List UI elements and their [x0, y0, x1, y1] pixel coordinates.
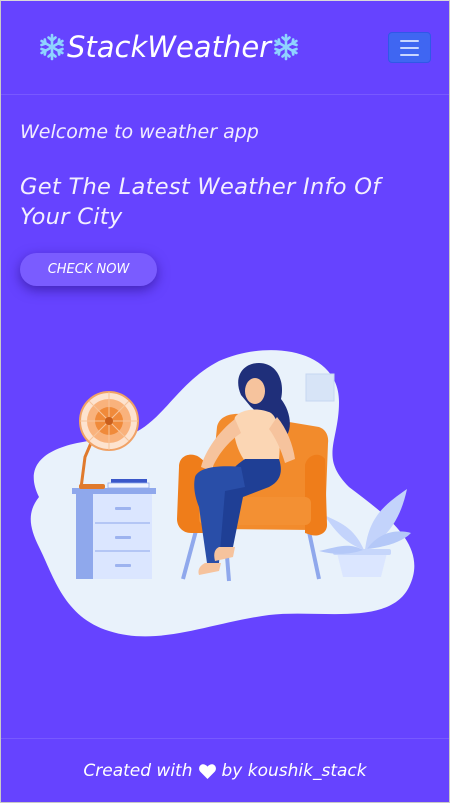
- brand-link[interactable]: StackWeather: [37, 28, 301, 66]
- app-page: StackWeather Welcome to weather app Get …: [0, 0, 450, 803]
- woman-in-armchair-with-fan-illustration: [30, 350, 415, 637]
- heart-icon: [198, 763, 216, 779]
- check-now-button[interactable]: CHECK NOW: [20, 253, 157, 286]
- hamburger-menu-icon: [400, 39, 419, 42]
- footer-prefix: Created with: [83, 761, 193, 781]
- welcome-text: Welcome to weather app: [20, 121, 259, 143]
- footer-suffix: by koushik_stack: [221, 761, 367, 781]
- snowflake-icon: [40, 33, 64, 61]
- brand-text: StackWeather: [67, 30, 272, 64]
- footer: Created with by koushik_stack: [1, 738, 449, 803]
- snowflake-icon: [274, 33, 298, 61]
- hero-headline: Get The Latest Weather Info Of Your City: [20, 174, 381, 230]
- hamburger-menu-icon-bar: [400, 46, 419, 49]
- navbar-toggle-button[interactable]: [388, 32, 431, 63]
- hamburger-menu-icon-bar: [400, 53, 419, 56]
- navbar: StackWeather: [1, 1, 449, 95]
